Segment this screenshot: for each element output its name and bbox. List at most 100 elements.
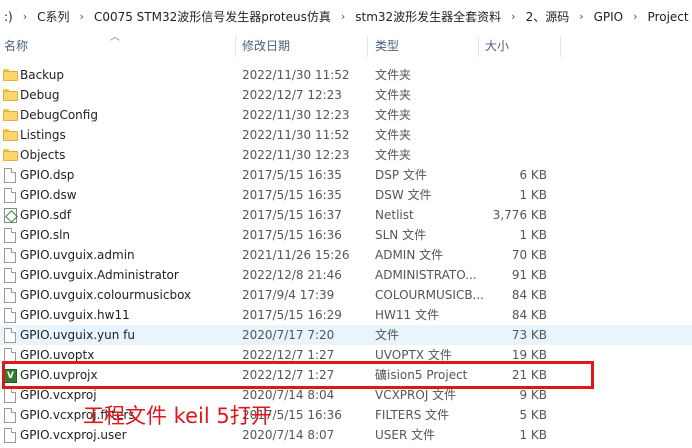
chevron-right-icon[interactable]: ›: [74, 10, 90, 23]
file-type: 文件夹: [375, 108, 412, 122]
header-size[interactable]: 大小: [485, 33, 509, 60]
file-size: 1 KB: [519, 228, 547, 242]
file-name: GPIO.uvguix.yun fu: [20, 328, 135, 342]
file-type: USER 文件: [375, 428, 436, 442]
file-icon: [3, 247, 17, 263]
file-type: ADMIN 文件: [375, 248, 444, 262]
file-type: DSP 文件: [375, 168, 427, 182]
file-row[interactable]: Objects 2022/11/30 12:23 文件夹: [0, 145, 692, 165]
file-date: 2017/9/4 17:39: [242, 288, 335, 302]
chevron-right-icon[interactable]: ›: [573, 10, 589, 23]
sort-up-icon: ︿: [110, 32, 120, 43]
file-row[interactable]: GPIO.sln 2017/5/15 16:36 SLN 文件 1 KB: [0, 225, 692, 245]
file-size: 1 KB: [519, 188, 547, 202]
folder-icon: [3, 89, 18, 101]
file-icon: [3, 287, 17, 303]
column-divider[interactable]: [235, 36, 236, 57]
column-divider[interactable]: [367, 36, 368, 57]
breadcrumb-item[interactable]: :): [0, 10, 17, 24]
file-icon: [3, 427, 17, 443]
breadcrumb-item[interactable]: GPIO: [590, 10, 628, 24]
file-date: 2022/11/30 12:23: [242, 108, 350, 122]
file-date: 2021/11/26 15:26: [242, 248, 350, 262]
folder-icon: [3, 109, 18, 121]
file-icon: [3, 267, 17, 283]
file-size: 84 KB: [511, 288, 547, 302]
file-date: 2017/5/15 16:36: [242, 228, 342, 242]
file-type: DSW 文件: [375, 188, 432, 202]
file-icon: [3, 387, 17, 403]
file-type: SLN 文件: [375, 228, 427, 242]
file-row[interactable]: GPIO.uvguix.Administrator 2022/12/8 21:46…: [0, 265, 692, 285]
file-row[interactable]: GPIO.uvguix.colourmusicbox 2017/9/4 17:39…: [0, 285, 692, 305]
chevron-right-icon[interactable]: ›: [505, 10, 521, 23]
file-row[interactable]: GPIO.sdf 2017/5/15 16:37 Netlist 3,776 KB: [0, 205, 692, 225]
header-type[interactable]: 类型: [375, 33, 399, 60]
folder-icon: [3, 129, 18, 141]
breadcrumb-item[interactable]: C0075 STM32波形信号发生器proteus仿真: [90, 8, 335, 25]
file-type: 文件夹: [375, 68, 412, 82]
breadcrumb-item[interactable]: stm32波形发生器全套资料: [351, 8, 505, 25]
file-size: 1 KB: [519, 428, 547, 442]
file-date: 2022/11/30 11:52: [242, 68, 350, 82]
file-date: 2017/5/15 16:37: [242, 208, 342, 222]
netlist-icon: [3, 207, 17, 223]
file-icon: [3, 407, 17, 423]
file-row[interactable]: GPIO.uvguix.yun fu 2020/7/17 7:20 文件 73 KB: [0, 325, 692, 345]
chevron-right-icon[interactable]: ›: [17, 10, 33, 23]
file-size: 5 KB: [519, 408, 547, 422]
file-name: GPIO.uvguix.admin: [20, 248, 135, 262]
file-type: FILTERS 文件: [375, 408, 450, 422]
column-divider[interactable]: [560, 36, 561, 57]
breadcrumb-item[interactable]: C系列: [33, 8, 73, 25]
header-date[interactable]: 修改日期: [242, 33, 290, 60]
file-name: GPIO.sln: [20, 228, 71, 242]
file-date: 2017/5/15 16:35: [242, 168, 342, 182]
file-row[interactable]: GPIO.dsp 2017/5/15 16:35 DSP 文件 6 KB: [0, 165, 692, 185]
file-name: GPIO.uvguix.colourmusicbox: [20, 288, 192, 302]
header-name[interactable]: 名称: [4, 33, 28, 60]
file-size: 6 KB: [519, 168, 547, 182]
file-name: Debug: [20, 88, 60, 102]
file-name: Backup: [20, 68, 64, 82]
file-row[interactable]: Listings 2022/11/30 11:52 文件夹: [0, 125, 692, 145]
file-date: 2022/11/30 11:52: [242, 128, 350, 142]
file-row[interactable]: GPIO.uvguix.admin 2021/11/26 15:26 ADMIN 文…: [0, 245, 692, 265]
file-icon: [3, 187, 17, 203]
file-icon: [3, 327, 17, 343]
chevron-right-icon[interactable]: ›: [335, 10, 351, 23]
folder-icon: [3, 149, 18, 161]
file-name: GPIO.dsw: [20, 188, 77, 202]
file-name: GPIO.uvguix.Administrator: [20, 268, 179, 282]
file-type: 文件夹: [375, 128, 412, 142]
file-name: DebugConfig: [20, 108, 98, 122]
breadcrumb-item[interactable]: 2、源码: [522, 8, 574, 25]
chevron-right-icon[interactable]: ›: [627, 10, 643, 23]
annotation-label: 工程文件 keil 5打开: [83, 404, 272, 428]
column-divider[interactable]: [478, 36, 479, 57]
file-row[interactable]: DebugConfig 2022/11/30 12:23 文件夹: [0, 105, 692, 125]
file-type: 文件夹: [375, 148, 412, 162]
file-type: Netlist: [375, 208, 414, 222]
file-row[interactable]: Backup 2022/11/30 11:52 文件夹: [0, 65, 692, 85]
file-type: 文件: [375, 328, 400, 342]
file-name: GPIO.uvguix.hw11: [20, 308, 130, 322]
file-date: 2022/12/8 21:46: [242, 268, 342, 282]
file-name: Listings: [20, 128, 66, 142]
file-type: 文件夹: [375, 88, 412, 102]
file-row[interactable]: Debug 2022/12/7 12:23 文件夹: [0, 85, 692, 105]
file-name: Objects: [20, 148, 66, 162]
file-icon: [3, 167, 17, 183]
file-date: 2017/5/15 16:29: [242, 308, 342, 322]
breadcrumb-item[interactable]: Project: [644, 10, 692, 24]
file-row[interactable]: GPIO.uvguix.hw11 2017/5/15 16:29 HW11 文件 84…: [0, 305, 692, 325]
file-size: 84 KB: [511, 308, 547, 322]
file-row[interactable]: GPIO.dsw 2017/5/15 16:35 DSW 文件 1 KB: [0, 185, 692, 205]
file-size: 70 KB: [511, 248, 547, 262]
file-name: GPIO.dsp: [20, 168, 75, 182]
file-icon: [3, 227, 17, 243]
file-date: 2022/11/30 12:23: [242, 148, 350, 162]
breadcrumb: :) › C系列 › C0075 STM32波形信号发生器proteus仿真 › stm32…: [0, 0, 692, 33]
file-size: 73 KB: [511, 328, 547, 342]
file-name: GPIO.sdf: [20, 208, 71, 222]
